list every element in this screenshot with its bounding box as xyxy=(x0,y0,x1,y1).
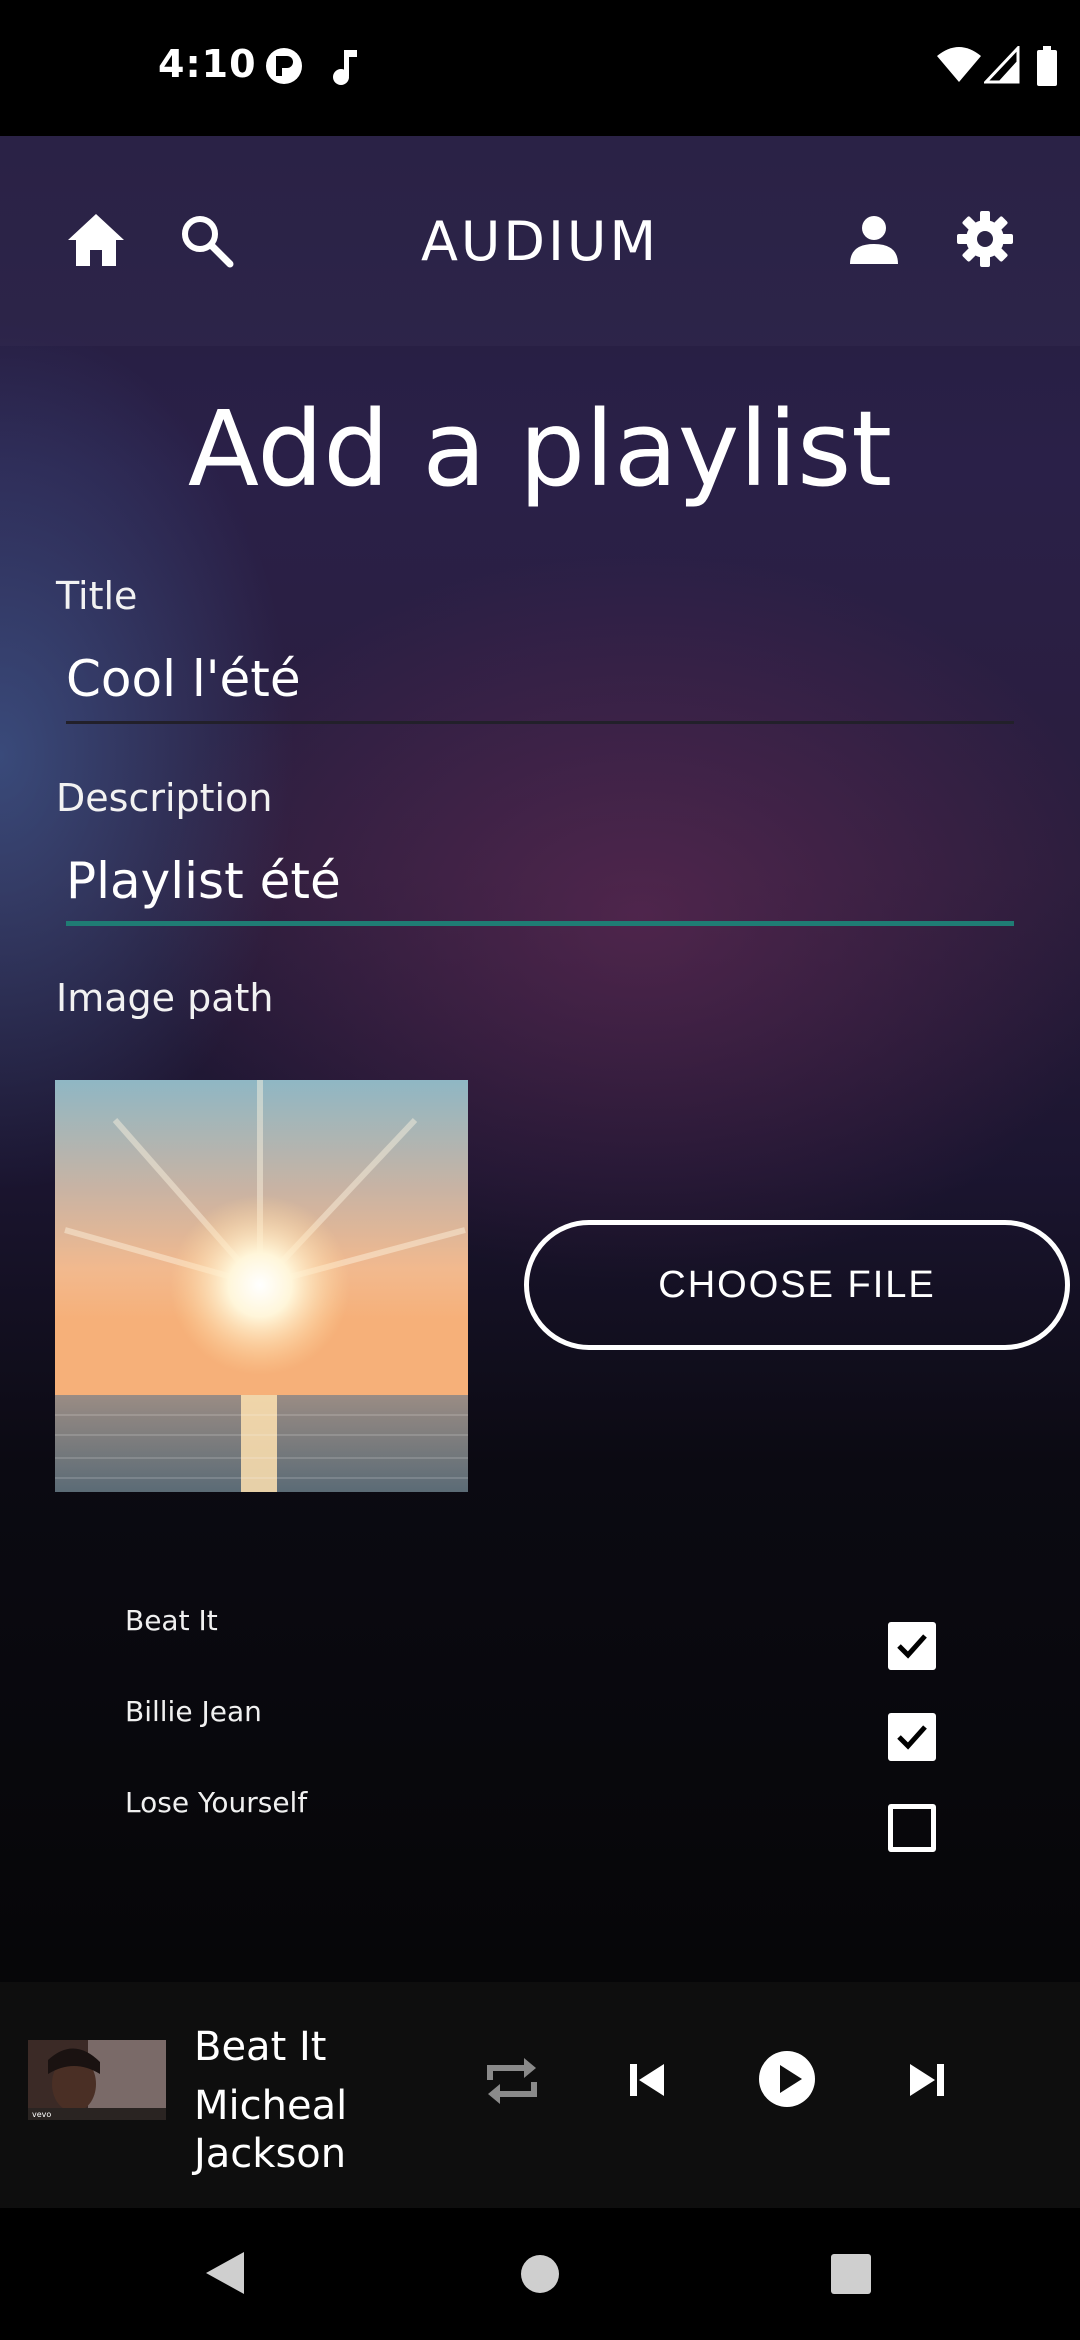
svg-text:vevo: vevo xyxy=(32,2110,51,2119)
choose-file-button[interactable]: CHOOSE FILE xyxy=(524,1220,1070,1350)
song-checkbox-billie-jean[interactable] xyxy=(888,1713,936,1761)
playlist-cover-image xyxy=(55,1080,468,1492)
repeat-icon[interactable] xyxy=(484,2054,540,2112)
back-icon[interactable] xyxy=(204,2250,246,2300)
description-field[interactable]: Playlist été xyxy=(66,844,1014,926)
checkmark-icon xyxy=(897,1634,927,1659)
account-icon[interactable] xyxy=(848,214,900,270)
title-field[interactable]: Cool l'été xyxy=(66,642,1014,724)
home-circle-icon[interactable] xyxy=(520,2254,560,2298)
image-path-label: Image path xyxy=(56,976,274,1020)
now-playing-artist: Micheal Jackson xyxy=(194,2083,348,2177)
description-field-underline xyxy=(66,921,1014,926)
now-playing-title: Beat It xyxy=(194,2024,327,2070)
battery-icon xyxy=(1036,46,1058,90)
recents-icon[interactable] xyxy=(830,2254,872,2298)
title-label: Title xyxy=(56,574,138,618)
play-icon[interactable] xyxy=(758,2050,816,2112)
description-label: Description xyxy=(56,776,273,820)
app-title: AUDIUM xyxy=(420,210,660,273)
cell-signal-icon xyxy=(982,44,1020,88)
page-title: Add a playlist xyxy=(187,388,893,510)
status-time: 4:10 xyxy=(158,42,257,86)
status-bar: 4:10 xyxy=(0,0,1080,136)
title-field-value: Cool l'été xyxy=(66,650,301,708)
song-label-billie-jean: Billie Jean xyxy=(125,1695,262,1728)
skip-previous-icon[interactable] xyxy=(628,2062,668,2102)
skip-next-icon[interactable] xyxy=(906,2062,946,2102)
app-notification-icon xyxy=(264,46,304,90)
song-checkbox-lose-yourself[interactable] xyxy=(888,1804,936,1852)
song-label-lose-yourself: Lose Yourself xyxy=(125,1786,308,1819)
wifi-icon xyxy=(936,46,982,88)
music-note-icon xyxy=(330,46,358,90)
title-field-underline xyxy=(66,721,1014,724)
song-label-beat-it: Beat It xyxy=(125,1604,218,1637)
description-field-value: Playlist été xyxy=(66,852,341,910)
settings-gear-icon[interactable] xyxy=(956,210,1014,272)
now-playing-artwork[interactable]: vevo xyxy=(28,2040,166,2120)
song-checkbox-beat-it[interactable] xyxy=(888,1622,936,1670)
checkmark-icon xyxy=(897,1725,927,1750)
